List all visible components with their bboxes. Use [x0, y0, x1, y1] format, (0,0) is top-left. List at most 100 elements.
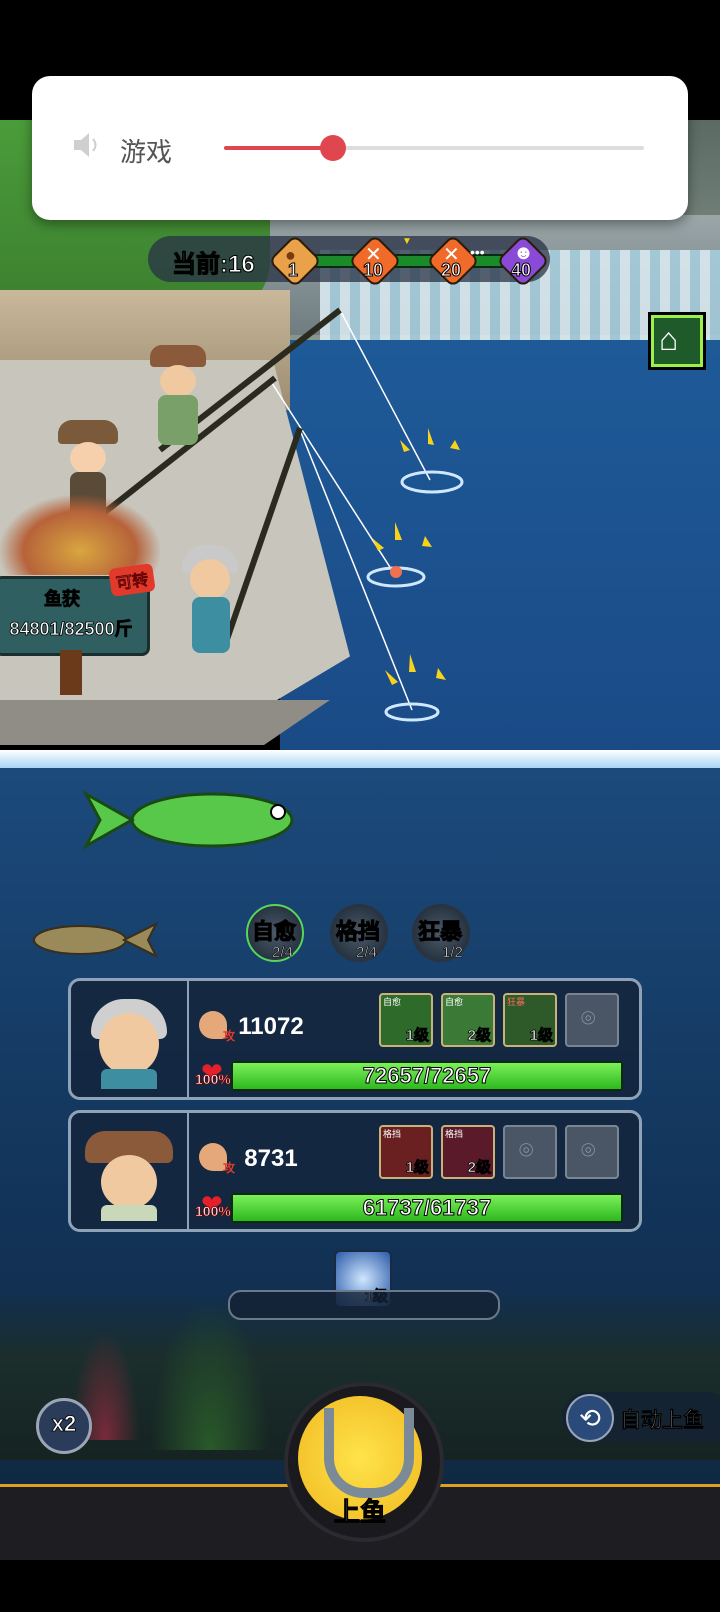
fish-body: [130, 792, 294, 848]
fish-tail: [121, 921, 159, 959]
skill-badge-count: 1/2: [442, 944, 463, 962]
hook-icon: ⌾: [519, 1137, 534, 1164]
fish-body: [33, 925, 127, 955]
skill-tag: 格挡: [383, 1129, 402, 1139]
catch-value: 84801/82500斤: [9, 619, 133, 640]
fisher-portrait: [79, 1121, 179, 1221]
hp-bar: 61737/61737: [231, 1193, 623, 1223]
skill-badge-heal[interactable]: 自愈 2/4: [246, 904, 306, 964]
seaweed: [150, 1300, 270, 1450]
level-node-label: 1: [287, 260, 298, 281]
game-scene: 鱼获 84801/82500斤 可转 自愈 2/4 格挡 2/4 狂暴 1/2: [0, 0, 720, 1612]
hp-bar: 72657/72657: [231, 1061, 623, 1091]
auto-reel-button[interactable]: ⟲ 自动上鱼: [562, 1392, 720, 1442]
home-icon: ⌂: [659, 321, 679, 357]
current-level: 当前:16: [172, 251, 256, 279]
skill-badge-count: 2/4: [272, 944, 293, 962]
hook-icon: [324, 1408, 414, 1498]
green-fish: [82, 790, 294, 850]
fisher-panel[interactable]: 攻 11072 自愈 1级 自愈 2级 狂暴 1级 ⌾ ❤ 100% 72657…: [68, 978, 642, 1100]
hp-percent: 100%: [195, 1071, 232, 1088]
hp-text: 61737/61737: [362, 1195, 492, 1221]
hat: [150, 345, 206, 367]
skill-level: 2级: [467, 1027, 491, 1045]
empty-skill-slot[interactable]: ⌾: [565, 993, 619, 1047]
body: [158, 395, 198, 445]
volume-slider-fill: [224, 146, 334, 150]
level-node-label: 40: [510, 260, 532, 281]
volume-slider[interactable]: [224, 135, 644, 161]
ellipsis: •••: [470, 244, 485, 260]
skill-badge-rage[interactable]: 狂暴 1/2: [412, 904, 472, 964]
bite-alert-icon: [372, 428, 460, 685]
skill-level: 2级: [467, 1159, 491, 1177]
panel-divider: [187, 1113, 189, 1229]
empty-skill-slot[interactable]: ⌾: [565, 1125, 619, 1179]
auto-reel-label: 自动上鱼: [620, 1409, 705, 1433]
skill-tag: 自愈: [383, 997, 402, 1007]
hp-text: 72657/72657: [362, 1063, 492, 1089]
attack-value: 8731: [244, 1145, 298, 1172]
sign-post: [60, 650, 82, 695]
fisher-portrait: [79, 989, 179, 1089]
skill-level: 1级: [529, 1027, 553, 1045]
skill-slot[interactable]: 自愈 2级: [441, 993, 495, 1047]
skill-badge-count: 2/4: [356, 944, 377, 962]
position-marker-icon: ▼: [402, 236, 412, 247]
skill-tag: 格挡: [445, 1129, 464, 1139]
skill-tag: 狂暴: [507, 997, 526, 1007]
skill-badge-block[interactable]: 格挡 2/4: [330, 904, 390, 964]
volume-label: 游戏: [120, 137, 173, 167]
face: [190, 559, 230, 599]
attack-value: 11072: [238, 1013, 304, 1040]
face: [101, 1155, 157, 1209]
fish-eye: [270, 804, 286, 820]
level-node-label: 20: [440, 260, 462, 281]
skill-slot[interactable]: 狂暴 1级: [503, 993, 557, 1047]
catch-title: 鱼获: [44, 589, 81, 610]
level-progress: 当前:16 ● ✕ ✕ ☻ 1 10 20 40 ••• ▼: [148, 234, 550, 288]
hook-icon: ⌾: [581, 1137, 596, 1164]
skill-level: 1级: [405, 1159, 429, 1177]
fish-tail: [82, 790, 136, 850]
skill-badge-name: 自愈: [251, 919, 297, 945]
fisher-panel[interactable]: 攻 8731 格挡 1级 格挡 2级 ⌾ ⌾ ❤ 100% 61737/6173…: [68, 1110, 642, 1232]
fishing-line: [339, 309, 431, 481]
fisherman-grey-hair: [180, 545, 242, 655]
auto-reel-icon: ⟲: [566, 1394, 614, 1442]
water-surface: [0, 750, 720, 770]
skill-slot[interactable]: 自愈 1级: [379, 993, 433, 1047]
skill-badge-name: 狂暴: [417, 919, 463, 945]
skill-level: 1级: [405, 1027, 429, 1045]
face: [70, 442, 106, 474]
volume-popup: 游戏: [32, 76, 688, 220]
brown-fish: [33, 921, 159, 959]
skill-slot[interactable]: 格挡 1级: [379, 1125, 433, 1179]
reel-button[interactable]: 上鱼: [284, 1382, 444, 1542]
face: [99, 1013, 159, 1075]
speed-label: x2: [51, 1411, 77, 1437]
cap: [58, 420, 118, 444]
home-button[interactable]: ⌂: [648, 312, 706, 370]
reel-label: 上鱼: [333, 1497, 386, 1528]
bobber-ripple: [384, 702, 440, 722]
skill-slot[interactable]: 格挡 2级: [441, 1125, 495, 1179]
panel-divider: [187, 981, 189, 1097]
empty-skill-slot[interactable]: ⌾: [503, 1125, 557, 1179]
fisherman-hat-elder: [150, 345, 206, 445]
skill-badge-name: 格挡: [335, 919, 381, 945]
bobber: [390, 566, 402, 578]
speed-button[interactable]: x2: [36, 1398, 92, 1454]
body: [101, 1069, 157, 1089]
speaker-icon[interactable]: [72, 130, 102, 160]
speaker-icon-svg: [74, 133, 97, 157]
hook-icon: ⌾: [581, 1005, 596, 1032]
level-node-label: 10: [362, 260, 384, 281]
volume-slider-knob[interactable]: [320, 135, 347, 161]
hp-percent: 100%: [195, 1203, 232, 1220]
fish-pile: [0, 495, 160, 575]
bobber-ripple: [400, 470, 464, 494]
bottom-black-strip: [0, 1560, 720, 1612]
face: [160, 365, 196, 397]
skill-tag: 自愈: [445, 997, 464, 1007]
